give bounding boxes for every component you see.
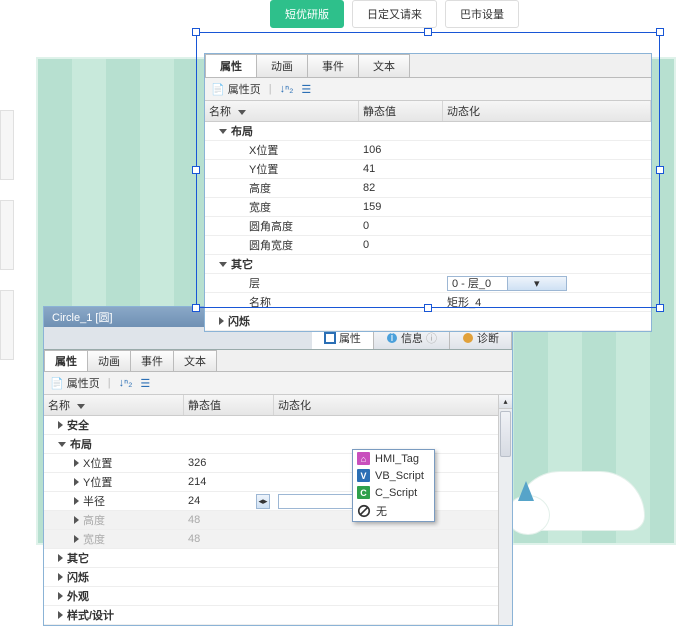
- property-page-icon[interactable]: 📄 属性页: [50, 375, 100, 391]
- lower-property-grid: 名称 静态值 动态化 安全 布局 X位置 326 Y位置 214 半径 24 ◂▸ 高…: [44, 395, 512, 625]
- expand-icon[interactable]: [58, 421, 63, 429]
- val-y[interactable]: 214: [184, 475, 274, 489]
- expand-icon[interactable]: [74, 516, 79, 524]
- group-style[interactable]: 样式/设计: [67, 607, 114, 623]
- tab-events[interactable]: 事件: [130, 350, 174, 371]
- expand-icon[interactable]: [58, 611, 63, 619]
- val-width: 48: [184, 532, 274, 546]
- tab-properties[interactable]: 属性: [44, 350, 88, 371]
- c-icon: C: [357, 486, 370, 499]
- expand-icon[interactable]: [74, 459, 79, 467]
- group-layout[interactable]: 布局: [70, 436, 92, 452]
- tab-animation[interactable]: 动画: [87, 350, 131, 371]
- prop-x: X位置: [83, 455, 112, 471]
- btn-secondary-2[interactable]: 巴市设量: [445, 0, 519, 28]
- col-dynamic[interactable]: 动态化: [274, 395, 512, 415]
- prop-y: Y位置: [83, 474, 112, 490]
- tab-text[interactable]: 文本: [173, 350, 217, 371]
- menu-item-hmi-tag[interactable]: ⌂HMI_Tag: [353, 450, 434, 467]
- btn-primary[interactable]: 短优研版: [270, 0, 344, 28]
- val-radius[interactable]: 24: [188, 495, 200, 507]
- group-other[interactable]: 其它: [67, 550, 89, 566]
- properties-icon: [324, 332, 336, 344]
- menu-item-none[interactable]: 无: [353, 501, 434, 521]
- btn-secondary-1[interactable]: 日定又请来: [352, 0, 437, 28]
- lower-sub-tabs: 属性 动画 事件 文本: [44, 350, 512, 372]
- group-safety[interactable]: 安全: [67, 417, 89, 433]
- col-static[interactable]: 静态值: [184, 395, 274, 415]
- diagnostics-icon: [462, 332, 474, 344]
- group-blink[interactable]: 闪烁: [67, 569, 89, 585]
- info-icon: i: [386, 332, 398, 344]
- mascot-bear: [510, 450, 650, 535]
- expand-icon[interactable]: [74, 535, 79, 543]
- expand-icon[interactable]: [74, 478, 79, 486]
- tag-icon: ⌂: [357, 452, 370, 465]
- left-thumb-strip: [0, 110, 14, 380]
- expand-icon[interactable]: [58, 554, 63, 562]
- stepper-button[interactable]: ◂▸: [256, 494, 270, 509]
- expand-icon[interactable]: [74, 497, 79, 505]
- expand-icon[interactable]: [58, 573, 63, 581]
- svg-text:i: i: [391, 332, 393, 344]
- prop-width: 宽度: [83, 531, 105, 547]
- expand-icon[interactable]: [58, 592, 63, 600]
- scrollbar[interactable]: ▴: [498, 395, 512, 625]
- vb-icon: V: [357, 469, 370, 482]
- group-appearance[interactable]: 外观: [67, 588, 89, 604]
- col-name[interactable]: 名称: [44, 395, 184, 415]
- expand-icon[interactable]: [219, 317, 224, 325]
- val-height: 48: [184, 513, 274, 527]
- group-blink[interactable]: 闪烁: [228, 313, 250, 329]
- selection-frame[interactable]: [196, 32, 660, 308]
- lower-properties-panel: Circle_1 [圆] 属性 i信息 ⓘ 诊断 属性 动画 事件 文本 📄 属…: [43, 306, 513, 626]
- menu-item-vb-script[interactable]: VVB_Script: [353, 467, 434, 484]
- prop-radius: 半径: [83, 493, 105, 509]
- sort-icon[interactable]: ↓ⁿ₂: [119, 377, 133, 389]
- prop-height: 高度: [83, 512, 105, 528]
- dynamic-type-menu: ⌂HMI_Tag VVB_Script CC_Script 无: [352, 449, 435, 522]
- val-x[interactable]: 326: [184, 456, 274, 470]
- lower-toolbar: 📄 属性页 | ↓ⁿ₂ ☰: [44, 372, 512, 395]
- none-icon: [357, 504, 371, 518]
- collapse-icon[interactable]: [58, 442, 66, 447]
- list-view-icon[interactable]: ☰: [140, 377, 150, 390]
- menu-item-c-script[interactable]: CC_Script: [353, 484, 434, 501]
